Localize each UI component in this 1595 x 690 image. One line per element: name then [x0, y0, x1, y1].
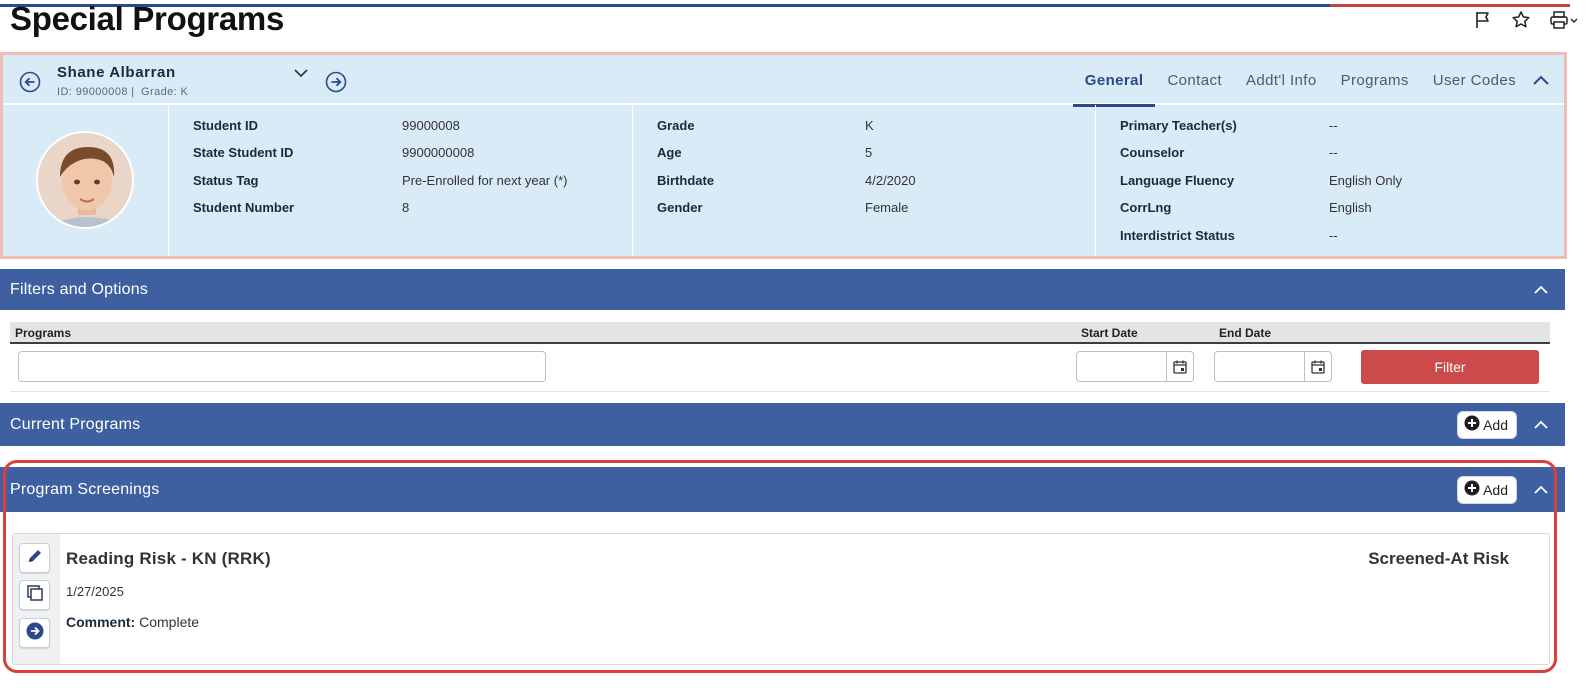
- arrow-left-circle-icon[interactable]: [19, 71, 41, 93]
- chevron-up-icon[interactable]: [1533, 419, 1549, 431]
- add-screening-button[interactable]: Add: [1457, 475, 1517, 504]
- tab-contact[interactable]: Contact: [1155, 55, 1234, 105]
- student-grade-line: Grade: K: [141, 86, 189, 98]
- value-gender: Female: [865, 200, 909, 215]
- end-date-field[interactable]: [1214, 351, 1332, 382]
- plus-circle-icon: [1464, 480, 1480, 499]
- screening-comment: Comment: Complete: [66, 614, 199, 630]
- student-tabs: General Contact Addt'l Info Programs Use…: [1072, 55, 1550, 107]
- value-birthdate: 4/2/2020: [865, 173, 916, 188]
- label-gender: Gender: [657, 200, 703, 215]
- tab-general[interactable]: General: [1072, 55, 1156, 107]
- value-student-id: 99000008: [402, 118, 460, 133]
- info-column-2: Grade K Age 5 Birthdate 4/2/2020 Gender …: [633, 105, 1096, 256]
- label-grade: Grade: [657, 118, 695, 133]
- student-name: Shane Albarran: [57, 64, 176, 81]
- value-state-student-id: 9900000008: [402, 145, 475, 160]
- student-photo: [36, 131, 134, 229]
- screening-card: Reading Risk - KN (RRK) 1/27/2025 Commen…: [12, 533, 1550, 665]
- open-screening-button[interactable]: [19, 618, 50, 648]
- info-column-3: Primary Teacher(s) -- Counselor -- Langu…: [1096, 105, 1566, 256]
- filters-section-header[interactable]: Filters and Options: [0, 269, 1565, 310]
- screening-comment-label: Comment:: [66, 614, 136, 630]
- student-id-line: ID: 99000008 |: [57, 86, 135, 98]
- screening-status: Screened-At Risk: [1368, 549, 1509, 568]
- tab-user-codes[interactable]: User Codes: [1421, 55, 1528, 105]
- student-banner: Shane Albarran ID: 99000008 | Grade: K G…: [0, 52, 1567, 259]
- page-title: Special Programs: [10, 0, 284, 37]
- start-date-column-label: Start Date: [1081, 326, 1138, 340]
- copy-icon: [26, 584, 44, 607]
- calendar-icon[interactable]: [1166, 352, 1193, 381]
- value-interdistrict-status: --: [1329, 228, 1338, 243]
- arrow-right-circle-icon[interactable]: [325, 71, 347, 93]
- label-student-id: Student ID: [193, 118, 258, 133]
- filter-header-row: Programs Start Date End Date: [10, 322, 1550, 344]
- label-state-student-id: State Student ID: [193, 145, 294, 160]
- tab-addtl-info[interactable]: Addt'l Info: [1234, 55, 1329, 105]
- programs-input[interactable]: [18, 351, 546, 382]
- program-screenings-title: Program Screenings: [10, 480, 160, 498]
- pencil-icon: [27, 548, 43, 569]
- label-counselor: Counselor: [1120, 145, 1185, 160]
- chevron-up-icon[interactable]: [1533, 484, 1549, 496]
- filters-section-title: Filters and Options: [10, 280, 149, 298]
- current-programs-section-header[interactable]: Current Programs Add: [0, 403, 1565, 446]
- top-rule-red: [1330, 4, 1570, 7]
- screening-comment-value: Complete: [139, 614, 200, 630]
- label-primary-teacher: Primary Teacher(s): [1120, 118, 1237, 133]
- chevron-down-icon[interactable]: [293, 66, 309, 84]
- label-birthdate: Birthdate: [657, 173, 715, 188]
- screening-card-actions: [13, 534, 60, 664]
- add-program-label: Add: [1483, 416, 1508, 433]
- label-interdistrict-status: Interdistrict Status: [1120, 228, 1235, 243]
- label-language-fluency: Language Fluency: [1120, 173, 1235, 188]
- chevron-up-icon[interactable]: [1533, 284, 1549, 296]
- filter-input-row: Filter: [10, 344, 1550, 392]
- programs-column-label: Programs: [15, 326, 72, 340]
- calendar-icon[interactable]: [1304, 352, 1331, 381]
- label-status-tag: Status Tag: [193, 173, 259, 188]
- arrow-right-circle-icon: [26, 622, 44, 645]
- tab-programs[interactable]: Programs: [1329, 55, 1421, 105]
- end-date-column-label: End Date: [1219, 326, 1272, 340]
- value-status-tag: Pre-Enrolled for next year (*): [402, 173, 568, 188]
- label-age: Age: [657, 145, 682, 160]
- print-icon[interactable]: [1549, 10, 1579, 30]
- chevron-up-icon[interactable]: [1528, 55, 1550, 105]
- value-student-number: 8: [402, 200, 410, 215]
- student-id-grade: ID: 99000008 | Grade: K: [57, 86, 191, 98]
- value-age: 5: [865, 145, 873, 160]
- label-student-number: Student Number: [193, 200, 295, 215]
- screening-title: Reading Risk - KN (RRK): [66, 549, 271, 568]
- plus-circle-icon: [1464, 415, 1480, 434]
- photo-column: [3, 105, 169, 256]
- page-toolbar: [1473, 10, 1579, 30]
- edit-screening-button[interactable]: [19, 543, 50, 573]
- program-screenings-section-header[interactable]: Program Screenings Add: [0, 467, 1565, 512]
- filter-button[interactable]: Filter: [1361, 350, 1539, 384]
- info-column-1: Student ID 99000008 State Student ID 990…: [169, 105, 633, 256]
- add-screening-label: Add: [1483, 481, 1508, 498]
- add-program-button[interactable]: Add: [1457, 410, 1517, 439]
- label-corrlng: CorrLng: [1120, 200, 1172, 215]
- current-programs-title: Current Programs: [10, 415, 141, 433]
- copy-screening-button[interactable]: [19, 580, 50, 610]
- screening-date: 1/27/2025: [66, 584, 124, 599]
- star-icon[interactable]: [1511, 10, 1531, 30]
- value-counselor: --: [1329, 145, 1338, 160]
- value-corrlng: English: [1329, 200, 1372, 215]
- start-date-field[interactable]: [1076, 351, 1194, 382]
- value-language-fluency: English Only: [1329, 173, 1402, 188]
- value-primary-teacher: --: [1329, 118, 1338, 133]
- student-banner-header: Shane Albarran ID: 99000008 | Grade: K G…: [3, 55, 1564, 107]
- flag-icon[interactable]: [1473, 10, 1493, 30]
- value-grade: K: [865, 118, 874, 133]
